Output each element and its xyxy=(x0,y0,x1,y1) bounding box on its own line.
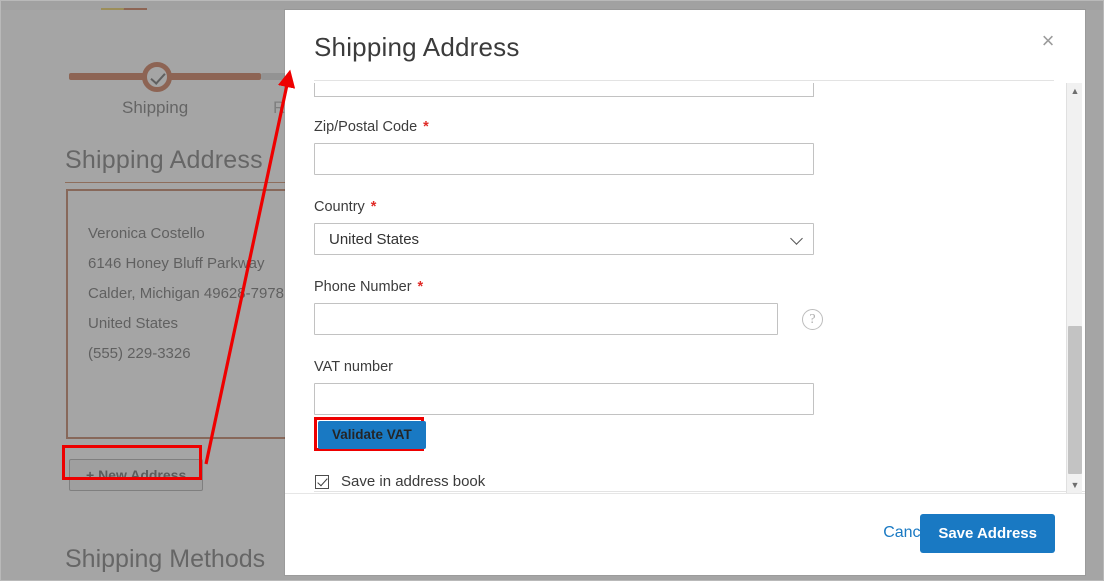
label-text: VAT number xyxy=(314,359,393,375)
label-zip-postal-code: Zip/Postal Code * xyxy=(314,119,814,135)
modal-footer: Cancel Save Address xyxy=(285,493,1085,575)
validate-vat-button[interactable]: Validate VAT xyxy=(318,421,426,449)
modal-title-divider xyxy=(314,80,1054,81)
label-text: Zip/Postal Code xyxy=(314,119,418,135)
close-icon[interactable]: × xyxy=(1034,27,1062,55)
label-text: Country xyxy=(314,199,365,215)
modal-scrollbar[interactable]: ▲ ▼ xyxy=(1066,83,1082,493)
field-phone-number: Phone Number * ? xyxy=(314,279,823,335)
country-select-value[interactable]: United States xyxy=(314,223,814,255)
modal-scroll-body: Zip/Postal Code * Country * United States xyxy=(285,83,1085,493)
form-bottom-divider xyxy=(314,491,1085,492)
label-text: Phone Number xyxy=(314,279,412,295)
zip-postal-code-input[interactable] xyxy=(314,143,814,175)
save-in-address-book-label: Save in address book xyxy=(341,473,486,490)
vat-number-input[interactable] xyxy=(314,383,814,415)
field-vat-number: VAT number xyxy=(314,359,814,415)
shipping-address-modal: Shipping Address × Zip/Postal Code * Coun… xyxy=(285,10,1085,575)
screenshot-root: Shipping Re Shipping Address Veronica Co… xyxy=(0,0,1104,581)
required-marker: * xyxy=(417,279,424,295)
field-country: Country * United States xyxy=(314,199,814,255)
scroll-up-arrow-icon[interactable]: ▲ xyxy=(1067,83,1083,99)
label-vat-number: VAT number xyxy=(314,359,814,375)
scroll-down-arrow-icon[interactable]: ▼ xyxy=(1067,477,1083,493)
modal-title: Shipping Address xyxy=(314,32,520,62)
country-select-wrap[interactable]: United States xyxy=(314,223,814,255)
validate-vat-wrap: Validate VAT xyxy=(314,417,514,457)
field-zip-postal-code: Zip/Postal Code * xyxy=(314,119,814,175)
required-marker: * xyxy=(423,119,429,135)
scrolled-off-input[interactable] xyxy=(314,83,814,97)
save-address-button[interactable]: Save Address xyxy=(920,514,1055,553)
label-country: Country * xyxy=(314,199,814,215)
scrollbar-thumb[interactable] xyxy=(1068,326,1082,474)
phone-number-input[interactable] xyxy=(314,303,778,335)
save-in-address-book-checkbox[interactable] xyxy=(315,474,329,489)
new-address-highlight xyxy=(62,445,202,480)
required-marker: * xyxy=(370,199,377,215)
help-question-icon[interactable]: ? xyxy=(802,309,823,330)
save-in-address-book-row[interactable]: Save in address book xyxy=(315,473,485,490)
label-phone-number: Phone Number * xyxy=(314,279,814,295)
